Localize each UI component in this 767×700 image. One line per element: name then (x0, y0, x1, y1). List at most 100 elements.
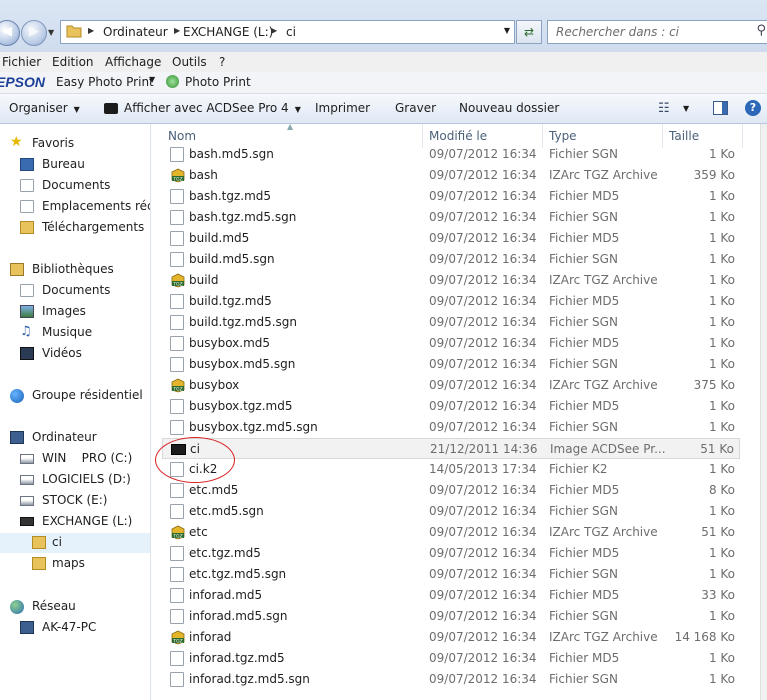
file-row[interactable]: busybox.md5.sgn 09/07/2012 16:34 Fichier S… (162, 354, 740, 375)
file-size: 1 Ko (708, 273, 735, 287)
chevron-right-icon[interactable]: ▶ (271, 26, 277, 35)
menu-edition[interactable]: Edition (52, 55, 94, 69)
file-icon (170, 252, 184, 267)
file-row[interactable]: ci 21/12/2011 14:36 Image ACDSee Pr... 51 K… (162, 438, 740, 459)
file-row[interactable]: TGZ busybox 09/07/2012 16:34 IZArc TGZ Arch… (162, 375, 740, 396)
file-row[interactable]: inforad.md5.sgn 09/07/2012 16:34 Fichier S… (162, 606, 740, 627)
file-size: 1 Ko (708, 651, 735, 665)
sidebar-item-lib-documents[interactable]: Documents (20, 281, 150, 301)
menu-affichage[interactable]: Affichage (105, 55, 161, 69)
sidebar-item-folder-maps[interactable]: maps (0, 554, 150, 574)
file-row[interactable]: inforad.md5 09/07/2012 16:34 Fichier MD5 33… (162, 585, 740, 606)
file-row[interactable]: etc.tgz.md5 09/07/2012 16:34 Fichier MD5 1 … (162, 543, 740, 564)
chevron-down-icon: ▼ (73, 105, 80, 114)
file-type: IZArc TGZ Archive (549, 525, 658, 539)
print-button[interactable]: Imprimer (315, 101, 370, 115)
file-row[interactable]: busybox.tgz.md5 09/07/2012 16:34 Fichier M… (162, 396, 740, 417)
easy-photo-print-button[interactable]: Easy Photo Print (56, 75, 154, 89)
breadcrumb-ordinateur[interactable]: Ordinateur (103, 25, 168, 39)
sidebar-item-network[interactable]: Réseau (10, 597, 150, 617)
file-row[interactable]: TGZ inforad 09/07/2012 16:34 IZArc TGZ Arch… (162, 627, 740, 648)
sidebar-item-drive-d[interactable]: LOGICIELS (D:) (20, 470, 150, 490)
sidebar-item-drive-e[interactable]: STOCK (E:) (20, 491, 150, 511)
file-row[interactable]: bash.tgz.md5.sgn 09/07/2012 16:34 Fichier … (162, 207, 740, 228)
file-row[interactable]: TGZ etc 09/07/2012 16:34 IZArc TGZ Archive 5… (162, 522, 740, 543)
chevron-right-icon[interactable]: ▶ (174, 26, 180, 35)
file-row[interactable]: build.md5.sgn 09/07/2012 16:34 Fichier SGN… (162, 249, 740, 270)
sidebar-item-libraries[interactable]: Bibliothèques (10, 260, 150, 280)
column-modified[interactable]: Modifié le (429, 129, 487, 143)
vertical-scrollbar[interactable] (760, 124, 767, 700)
menu-outils[interactable]: Outils (172, 55, 207, 69)
chevron-right-icon[interactable]: ▶ (88, 26, 94, 35)
sidebar-item-drive-l[interactable]: EXCHANGE (L:) (20, 512, 150, 532)
file-row[interactable]: etc.tgz.md5.sgn 09/07/2012 16:34 Fichier S… (162, 564, 740, 585)
file-row[interactable]: busybox.md5 09/07/2012 16:34 Fichier MD5 1 … (162, 333, 740, 354)
sidebar-item-label: WIN PRO (C:) (42, 451, 133, 465)
sidebar-item-bureau[interactable]: Bureau (20, 155, 150, 175)
file-row[interactable]: ci.k2 14/05/2013 17:34 Fichier K2 1 Ko (162, 459, 740, 480)
column-name[interactable]: Nom (168, 129, 196, 143)
sidebar-item-computer[interactable]: Ordinateur (10, 428, 150, 448)
sidebar-item-images[interactable]: Images (20, 302, 150, 322)
file-row[interactable]: etc.md5 09/07/2012 16:34 Fichier MD5 8 Ko (162, 480, 740, 501)
help-icon[interactable]: ? (745, 100, 761, 116)
sidebar-item-drive-c[interactable]: WIN PRO (C:) (20, 449, 150, 469)
sidebar-item-downloads[interactable]: Téléchargements (20, 218, 150, 238)
file-date: 09/07/2012 16:34 (429, 189, 537, 203)
file-size: 1 Ko (708, 189, 735, 203)
sidebar-item-videos[interactable]: Vidéos (20, 344, 150, 364)
file-row[interactable]: bash.md5.sgn 09/07/2012 16:34 Fichier SGN 1… (162, 144, 740, 165)
file-type: Fichier K2 (549, 462, 608, 476)
refresh-button[interactable]: ⇄ (516, 20, 542, 44)
preview-pane-icon[interactable] (713, 101, 728, 115)
sidebar-item-folder-ci[interactable]: ci (0, 533, 150, 553)
address-box[interactable]: ▶ Ordinateur ▶ EXCHANGE (L:) ▶ ci ▼ (60, 20, 515, 44)
column-type[interactable]: Type (549, 129, 577, 143)
sidebar-item-favoris[interactable]: ★ Favoris (10, 134, 150, 154)
file-row[interactable]: busybox.tgz.md5.sgn 09/07/2012 16:34 Fichi… (162, 417, 740, 438)
forward-button[interactable]: ▶ (21, 20, 47, 46)
file-row[interactable]: bash.tgz.md5 09/07/2012 16:34 Fichier MD5 1… (162, 186, 740, 207)
file-row[interactable]: TGZ bash 09/07/2012 16:34 IZArc TGZ Archive… (162, 165, 740, 186)
sidebar-item-label: maps (52, 556, 85, 570)
file-type: Fichier SGN (549, 567, 618, 581)
recent-pages-dropdown[interactable]: ▼ (48, 28, 54, 37)
drive-icon (20, 454, 34, 464)
breadcrumb-exchange[interactable]: EXCHANGE (L:) (183, 25, 273, 39)
column-divider[interactable] (742, 124, 743, 148)
file-name: inforad.tgz.md5.sgn (189, 672, 310, 686)
sidebar-item-music[interactable]: ♫ Musique (20, 323, 150, 343)
photo-print-button[interactable]: Photo Print (185, 75, 251, 89)
file-row[interactable]: etc.md5.sgn 09/07/2012 16:34 Fichier SGN 1 … (162, 501, 740, 522)
chevron-down-icon[interactable]: ▼ (504, 26, 510, 35)
file-row[interactable]: build.tgz.md5.sgn 09/07/2012 16:34 Fichier… (162, 312, 740, 333)
sidebar-item-recent-places[interactable]: Emplacements récents (20, 197, 150, 217)
open-with-button[interactable]: Afficher avec ACDSee Pro 4 ▼ (124, 101, 301, 115)
breadcrumb-ci[interactable]: ci (286, 25, 296, 39)
search-icon[interactable]: ⚲ (756, 23, 766, 38)
menu-help[interactable]: ? (219, 55, 225, 69)
column-size[interactable]: Taille (669, 129, 699, 143)
search-input[interactable]: Rechercher dans : ci ⚲ (547, 20, 767, 44)
file-row[interactable]: TGZ build 09/07/2012 16:34 IZArc TGZ Archiv… (162, 270, 740, 291)
file-row[interactable]: inforad.tgz.md5 09/07/2012 16:34 Fichier M… (162, 648, 740, 669)
burn-button[interactable]: Graver (395, 101, 436, 115)
file-row[interactable]: build.tgz.md5 09/07/2012 16:34 Fichier MD5… (162, 291, 740, 312)
menu-fichier[interactable]: Fichier (2, 55, 41, 69)
chevron-down-icon[interactable]: ▼ (683, 104, 689, 113)
sidebar-item-ak47pc[interactable]: AK-47-PC (20, 618, 150, 638)
file-row[interactable]: build.md5 09/07/2012 16:34 Fichier MD5 1 Ko (162, 228, 740, 249)
sort-ascending-icon: ▲ (287, 124, 294, 131)
sidebar-item-homegroup[interactable]: Groupe résidentiel (10, 386, 150, 406)
file-row[interactable]: inforad.tgz.md5.sgn 09/07/2012 16:34 Fichi… (162, 669, 740, 690)
organize-button[interactable]: Organiser ▼ (9, 101, 80, 115)
svg-text:TGZ: TGZ (172, 177, 182, 183)
file-type: Fichier SGN (549, 420, 618, 434)
new-folder-button[interactable]: Nouveau dossier (459, 101, 559, 115)
view-options-icon[interactable]: ☷ (658, 101, 670, 116)
sidebar-item-documents[interactable]: Documents (20, 176, 150, 196)
back-button[interactable]: ◀ (0, 20, 20, 46)
file-type: IZArc TGZ Archive (549, 630, 658, 644)
chevron-down-icon[interactable]: ▼ (149, 75, 155, 84)
